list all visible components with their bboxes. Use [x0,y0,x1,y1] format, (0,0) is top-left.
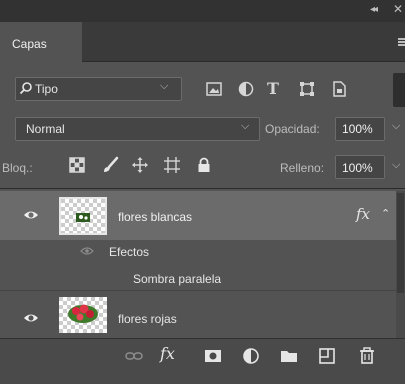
collapse-effects-icon[interactable]: ⌃ [381,207,390,220]
chevron-down-icon: ⌵ [241,120,250,132]
shape-filter-icon[interactable] [298,80,316,98]
new-group-folder-icon[interactable] [279,346,299,366]
chevron-down-icon[interactable]: ⌵ [392,159,400,172]
adjustment-filter-icon[interactable] [237,80,255,98]
opacity-label: Opacidad: [265,122,320,136]
tab-layers-label: Capas [12,37,47,51]
lock-image-pixels-icon[interactable] [101,156,119,174]
lock-position-icon[interactable] [131,156,149,174]
chevron-down-icon: ⌵ [160,80,169,92]
opacity-value: 100% [342,122,373,136]
visibility-eye-icon[interactable] [23,312,39,324]
lock-transparent-pixels-icon[interactable] [68,156,86,174]
search-icon [19,82,32,95]
layer-thumbnail [59,197,107,235]
add-mask-icon[interactable] [203,346,223,366]
effects-row[interactable] [0,240,396,263]
lock-label: Bloq.: [2,161,33,175]
effect-name: Sombra paralela [133,272,222,286]
visibility-eye-icon[interactable] [23,209,39,221]
chevron-down-icon[interactable]: ⌵ [392,120,400,133]
scrollbar-thumb[interactable] [397,193,404,293]
link-layers-icon[interactable] [124,346,144,366]
add-layer-style-fx-icon[interactable]: fx [160,344,175,363]
lock-artboard-icon[interactable] [163,156,181,174]
panel-title-bar [0,0,405,22]
blend-mode-value: Normal [26,122,65,136]
layer-name[interactable]: flores rojas [118,312,177,326]
divider [0,188,405,189]
fill-label: Relleno: [280,161,325,175]
fill-value: 100% [342,161,373,175]
effects-label: Efectos [109,245,150,259]
layer-thumbnail [59,297,107,333]
filter-toggle-switch[interactable] [393,73,405,107]
image-filter-icon[interactable] [205,80,223,98]
filter-kind-label: Tipo [35,82,58,96]
effects-visibility-eye-icon[interactable] [80,246,94,256]
panel-menu-icon[interactable] [398,38,405,46]
new-layer-icon[interactable] [317,346,337,366]
new-adjustment-layer-icon[interactable] [241,346,261,366]
delete-layer-trash-icon[interactable] [357,346,377,366]
lock-all-icon[interactable] [195,156,213,174]
collapse-panel-icon[interactable]: ◂◂ [370,4,378,15]
layer-name[interactable]: flores blancas [118,210,192,224]
close-panel-icon[interactable]: ✕ [393,2,403,16]
fx-indicator-icon[interactable]: fx [356,205,370,223]
smart-object-filter-icon[interactable] [330,80,348,98]
text-filter-icon[interactable]: T [267,79,279,98]
